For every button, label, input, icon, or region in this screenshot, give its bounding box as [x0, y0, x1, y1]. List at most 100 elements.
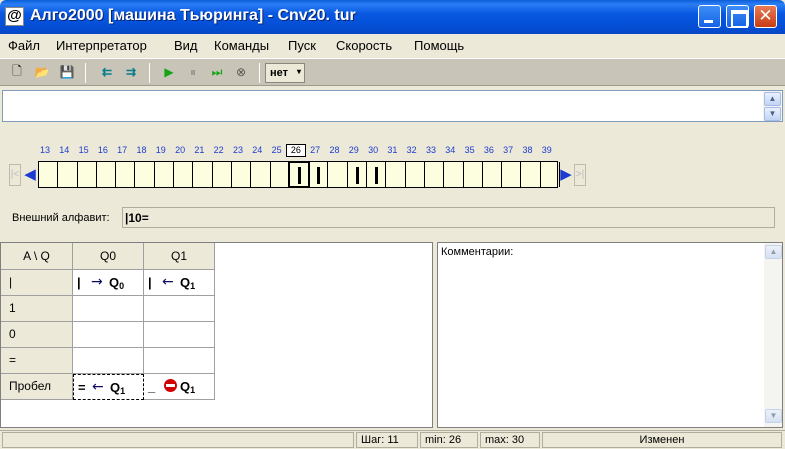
app-icon[interactable]: @ [5, 7, 24, 26]
scroll-up-icon[interactable]: ▲ [765, 245, 782, 259]
tape-cell[interactable] [329, 162, 348, 187]
command-cell[interactable] [144, 296, 215, 322]
speed-select[interactable]: нет ▾ [265, 63, 305, 83]
tape-cell[interactable] [502, 162, 522, 187]
command-cell[interactable]: _ Q1 [144, 374, 215, 400]
strip-scrollbar[interactable]: ▲ ▼ [763, 91, 782, 121]
shift-right-icon[interactable]: ⇉ [122, 63, 140, 81]
tape-left-arrow-icon[interactable]: ◀ [24, 164, 36, 186]
menu-commands[interactable]: Команды [214, 38, 269, 53]
menu-interpreter[interactable]: Интерпретатор [56, 38, 147, 53]
tape-cell[interactable] [444, 162, 464, 187]
shift-left-icon[interactable]: ⇇ [98, 63, 116, 81]
title-bar[interactable]: @ Алго2000 [машина Тьюринга] - Cnv20. tu… [0, 0, 785, 34]
tape-cell[interactable] [348, 162, 368, 187]
pause-icon[interactable]: ⏸ [184, 63, 202, 81]
tape-number: 37 [503, 145, 514, 155]
arrow-left-icon: ← [92, 379, 104, 395]
tape-cell[interactable] [193, 162, 213, 187]
command-cell[interactable] [73, 348, 144, 374]
tape-number: 27 [310, 145, 321, 155]
stop-icon[interactable]: ⊗ [232, 63, 250, 81]
tape-cell-symbol [317, 167, 321, 184]
tape-cell[interactable] [483, 162, 503, 187]
status-state: Изменен [542, 432, 782, 448]
tape-number: 29 [348, 145, 359, 155]
tape-right-arrow-icon[interactable]: ▶ [560, 164, 572, 186]
menu-run[interactable]: Пуск [288, 38, 316, 53]
save-icon[interactable]: 💾 [58, 63, 76, 81]
tape-number: 21 [194, 145, 205, 155]
tape-number: 39 [541, 145, 552, 155]
tape-cell[interactable] [97, 162, 117, 187]
tape-cell[interactable] [406, 162, 425, 187]
menu-help[interactable]: Помощь [414, 38, 464, 53]
open-folder-icon[interactable]: 📂 [33, 63, 51, 81]
alphabet-label: Внешний алфавит: [12, 212, 110, 224]
tape-area: 13 14 15 16 17 18 19 20 21 22 23 24 25 26 27 28 29 30 31 32… [0, 128, 785, 198]
tape-number: 15 [78, 145, 89, 155]
tape-cell[interactable] [541, 162, 561, 187]
menu-view[interactable]: Вид [174, 38, 198, 53]
status-min: min: 26 [420, 432, 478, 448]
run-icon[interactable]: ▶ [160, 63, 178, 81]
symbol-row-header: | [1, 270, 73, 296]
tape-cell[interactable] [213, 162, 232, 187]
input-strip[interactable]: ▲ ▼ [2, 90, 783, 122]
command-cell[interactable]: | → Q0 [73, 270, 144, 296]
step-icon[interactable]: ⏭ [208, 63, 226, 81]
command-next-state: Q1 [180, 275, 196, 291]
command-cell[interactable] [144, 322, 215, 348]
menu-speed[interactable]: Скорость [336, 38, 392, 53]
app-window: @ Алго2000 [машина Тьюринга] - Cnv20. tu… [0, 0, 785, 449]
tape-cell[interactable] [39, 162, 59, 187]
tape-cell[interactable] [136, 162, 155, 187]
status-panel-empty [2, 432, 354, 448]
scroll-down-icon[interactable]: ▼ [765, 409, 782, 423]
tape-cell[interactable] [251, 162, 271, 187]
scroll-up-icon[interactable]: ▲ [764, 92, 781, 106]
tape-cell[interactable] [309, 162, 329, 187]
command-cell[interactable]: | ← Q1 [144, 270, 215, 296]
tape-cell[interactable] [522, 162, 541, 187]
symbol-row-header: Пробел [1, 374, 73, 400]
alphabet-field[interactable]: |10= [122, 207, 775, 228]
tape-cell[interactable] [78, 162, 97, 187]
tape-end-button[interactable]: >| [574, 164, 586, 186]
tape-cell-symbol [375, 167, 379, 184]
tape-start-button[interactable]: |< [9, 164, 21, 186]
tape-number: 38 [522, 145, 533, 155]
tape-number: 14 [59, 145, 70, 155]
comments-scrollbar[interactable]: ▲ ▼ [764, 243, 782, 427]
minimize-button[interactable] [698, 5, 721, 28]
tape-cell[interactable] [386, 162, 406, 187]
command-cell[interactable] [73, 322, 144, 348]
toolbar-separator [259, 63, 260, 83]
tape-cell[interactable] [116, 162, 136, 187]
tape-cell-symbol [355, 167, 359, 184]
menu-bar: Файл Интерпретатор Вид Команды Пуск Скор… [0, 34, 785, 56]
tape-cell[interactable] [464, 162, 483, 187]
command-write-symbol: | [148, 275, 152, 290]
tape-cell[interactable] [174, 162, 194, 187]
tape-number: 19 [155, 145, 166, 155]
menu-file[interactable]: Файл [8, 38, 40, 53]
comments-label: Комментарии: [441, 246, 514, 258]
tape-number: 22 [213, 145, 224, 155]
tape-cell[interactable] [58, 162, 78, 187]
tape-cell[interactable] [232, 162, 252, 187]
comments-panel[interactable]: Комментарии: ▲ ▼ [437, 242, 783, 428]
tape-cell[interactable] [425, 162, 445, 187]
tape-cell[interactable] [155, 162, 175, 187]
close-button[interactable]: ✕ [754, 5, 777, 28]
maximize-button[interactable] [726, 5, 749, 28]
window-title: Алго2000 [машина Тьюринга] - Cnv20. tur [30, 7, 356, 24]
command-cell[interactable]: = ← Q1 [73, 374, 144, 400]
tape[interactable] [38, 161, 561, 188]
command-write-symbol: | [77, 275, 81, 290]
tape-cell[interactable] [367, 162, 387, 187]
scroll-down-icon[interactable]: ▼ [764, 107, 781, 121]
command-cell[interactable] [73, 296, 144, 322]
new-file-icon[interactable]: 🗋 [8, 63, 26, 81]
command-cell[interactable] [144, 348, 215, 374]
